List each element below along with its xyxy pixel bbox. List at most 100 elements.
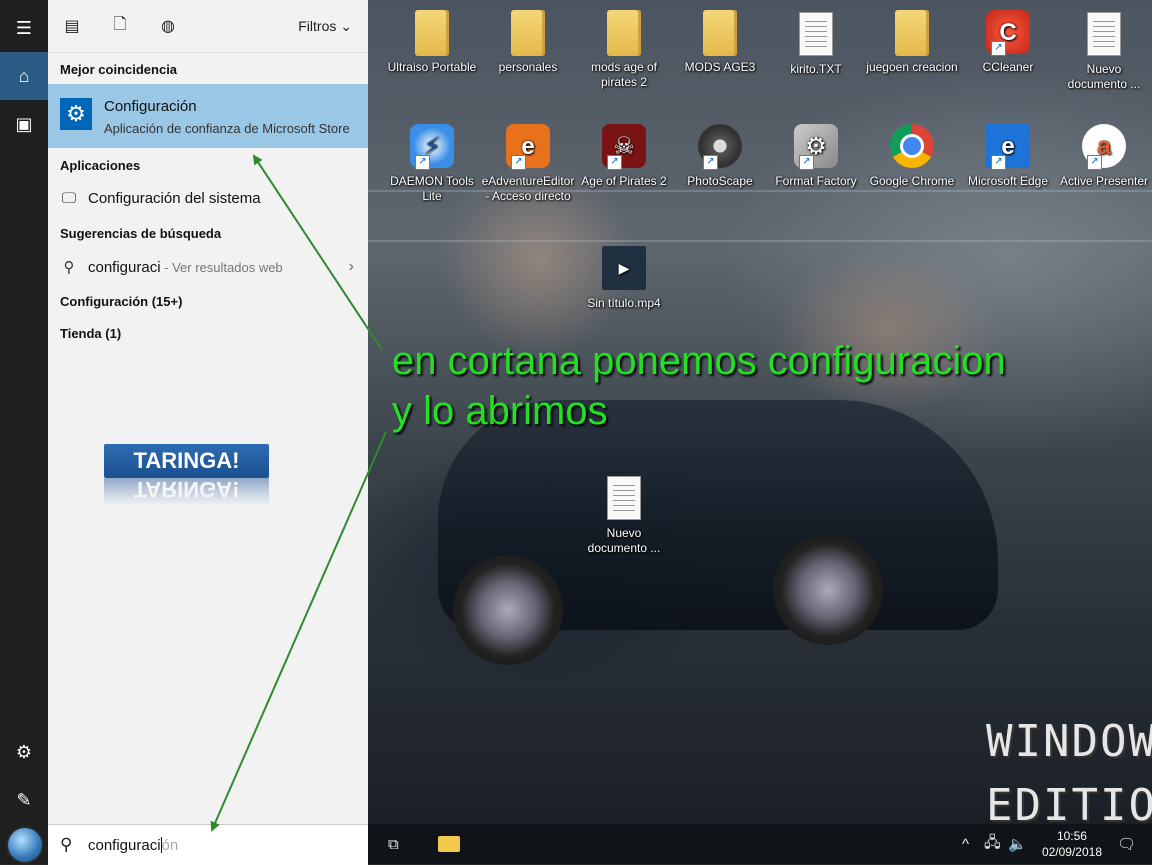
- taringa-logo-text: TARINGA!: [104, 444, 269, 478]
- filter-bar: ▤ 🗋 ◍ Filtros ⌄: [48, 0, 368, 53]
- shortcut-arrow-icon: ↗: [703, 155, 718, 170]
- desktop-icon-label: Ultraiso Portable: [387, 60, 477, 74]
- desktop-icon-age-of-pirates[interactable]: ☠ ↗ Age of Pirates 2: [576, 124, 672, 189]
- desktop-icon-label: Nuevo documento ...: [587, 526, 661, 555]
- video-file-icon: ▶: [602, 246, 646, 290]
- network-icon[interactable]: 🖧: [984, 832, 1001, 856]
- folder-icon: [511, 10, 545, 56]
- annotation-line-1: en cortana ponemos configuracion: [392, 339, 1006, 383]
- desktop-icon-label: Age of Pirates 2: [581, 174, 667, 188]
- desktop-icon-juegoen-creacion[interactable]: juegoen creacion: [864, 10, 960, 75]
- desktop-icon-label: Format Factory: [775, 174, 857, 188]
- taringa-logo: TARINGA! TARINGA!: [104, 444, 269, 506]
- search-typed-text: configuraci: [88, 837, 161, 854]
- volume-icon[interactable]: 🔈: [1008, 832, 1027, 856]
- suggestions-header: Sugerencias de búsqueda: [60, 226, 222, 241]
- settings-gear-icon[interactable]: ⚙: [0, 728, 48, 776]
- desktop-icon-label: Nuevo documento ...: [1067, 62, 1141, 91]
- shortcut-arrow-icon: ↗: [415, 155, 430, 170]
- folder-icon: [703, 10, 737, 56]
- folder-icon: [415, 10, 449, 56]
- tutorial-annotation: en cortana ponemos configuracion y lo ab…: [392, 336, 1006, 436]
- wallpaper-line: [368, 240, 1152, 242]
- document-icon: [799, 12, 833, 56]
- desktop-icon-daemon-tools[interactable]: ⚡ ↗ DAEMON Tools Lite: [384, 124, 480, 204]
- gear-icon: ⚙: [60, 98, 92, 130]
- web-filter-icon[interactable]: ◍: [156, 14, 180, 38]
- wallpaper-text: EDITION LI: [986, 780, 1152, 824]
- best-match-result[interactable]: ⚙ Configuración Aplicación de confianza …: [48, 84, 368, 148]
- best-match-subtitle: Aplicación de confianza de Microsoft Sto…: [104, 121, 350, 136]
- clock-date: 02/09/2018: [1041, 845, 1102, 859]
- clock[interactable]: 10:56 02/09/2018: [1042, 828, 1102, 860]
- task-view-icon[interactable]: ⧉: [388, 832, 399, 856]
- filters-dropdown[interactable]: Filtros ⌄: [298, 18, 352, 35]
- home-icon[interactable]: ⌂: [0, 52, 48, 100]
- desktop-icon-label: eAdventureEditor - Acceso directo: [481, 174, 575, 203]
- notebook-icon[interactable]: ▣: [0, 100, 48, 148]
- desktop-icon-mods-age3[interactable]: MODS AGE3: [672, 10, 768, 75]
- suggestion-query: configuraci: [88, 259, 161, 276]
- taringa-logo-reflection: TARINGA!: [104, 478, 269, 506]
- desktop-icon-eadventure[interactable]: e ↗ eAdventureEditor - Acceso directo: [480, 124, 576, 204]
- desktop-icon-label: CCleaner: [982, 60, 1034, 74]
- shortcut-arrow-icon: ↗: [991, 41, 1006, 56]
- feedback-icon[interactable]: ✎: [0, 776, 48, 824]
- desktop-icon-label: personales: [498, 60, 558, 74]
- desktop-icon-photoscape[interactable]: ↗ PhotoScape: [672, 124, 768, 189]
- settings-category[interactable]: Configuración (15+): [60, 294, 182, 309]
- search-icon: ⚲: [63, 259, 75, 276]
- desktop-icon-mods-age-of-pirates[interactable]: mods age of pirates 2: [576, 10, 672, 90]
- filters-label: Filtros: [298, 18, 337, 34]
- desktop-icon-label: Microsoft Edge: [967, 174, 1049, 188]
- desktop-icon-label: MODS AGE3: [684, 60, 756, 74]
- desktop-icon-google-chrome[interactable]: Google Chrome: [864, 124, 960, 189]
- desktop-icon-format-factory[interactable]: ⚙ ↗ Format Factory: [768, 124, 864, 189]
- apps-header: Aplicaciones: [60, 158, 141, 173]
- search-box[interactable]: ⚲ configuración: [48, 824, 368, 865]
- file-explorer-icon[interactable]: [436, 832, 462, 856]
- desktop-icon-nuevo-documento-2[interactable]: Nuevo documento ...: [576, 474, 672, 556]
- search-icon: ⚲: [60, 835, 73, 854]
- monitor-icon: 🖵: [61, 189, 77, 207]
- shortcut-arrow-icon: ↗: [607, 155, 622, 170]
- documents-filter-icon[interactable]: 🗋: [108, 14, 132, 38]
- hamburger-menu-icon[interactable]: ☰: [0, 4, 48, 52]
- web-suggestion[interactable]: ⚲ configuraci - Ver resultados web ›: [48, 250, 368, 284]
- desktop-icon-active-presenter[interactable]: a ↗ Active Presenter: [1056, 124, 1152, 189]
- start-button[interactable]: [8, 828, 42, 862]
- shortcut-arrow-icon: ↗: [991, 155, 1006, 170]
- wallpaper-wheel: [773, 535, 883, 645]
- apps-filter-icon[interactable]: ▤: [60, 14, 84, 38]
- search-autocomplete: ón: [161, 837, 179, 854]
- desktop-icon-ccleaner[interactable]: C ↗ CCleaner: [960, 10, 1056, 75]
- desktop-icon-label: juegoen creacion: [866, 60, 958, 74]
- annotation-line-2: y lo abrimos: [392, 389, 608, 433]
- store-category[interactable]: Tienda (1): [60, 326, 121, 341]
- desktop-icon-label: Sin título.mp4: [587, 296, 661, 310]
- chrome-icon: [890, 124, 934, 168]
- folder-icon: [607, 10, 641, 56]
- desktop-icon-kirito-txt[interactable]: kirito.TXT: [768, 10, 864, 77]
- desktop-icon-sin-titulo-mp4[interactable]: ▶ Sin título.mp4: [576, 246, 672, 311]
- desktop-icon-personales[interactable]: personales: [480, 10, 576, 75]
- folder-icon: [895, 10, 929, 56]
- action-center-icon[interactable]: 🗨: [1117, 832, 1136, 856]
- wallpaper-text: WINDOWS: [986, 716, 1152, 767]
- app-result-label: Configuración del sistema: [88, 190, 261, 207]
- wallpaper-wheel: [453, 555, 563, 665]
- chevron-right-icon[interactable]: ›: [349, 258, 354, 276]
- taskbar: ⧉ ^ 🖧 🔈 10:56 02/09/2018 🗨: [368, 824, 1152, 864]
- chevron-up-icon[interactable]: ^: [962, 832, 969, 856]
- document-icon: [1087, 12, 1121, 56]
- desktop-icon-nuevo-documento[interactable]: Nuevo documento ...: [1056, 10, 1152, 92]
- desktop-icon-ultraiso[interactable]: Ultraiso Portable: [384, 10, 480, 75]
- document-icon: [607, 476, 641, 520]
- app-result-system-settings[interactable]: 🖵 Configuración del sistema: [48, 181, 368, 215]
- search-input[interactable]: configuración: [88, 837, 178, 854]
- best-match-header: Mejor coincidencia: [60, 62, 178, 77]
- start-rail: ☰ ⌂ ▣ ⚙ ✎: [0, 0, 48, 864]
- desktop-icon-microsoft-edge[interactable]: e ↗ Microsoft Edge: [960, 124, 1056, 189]
- desktop-icon-label: mods age of pirates 2: [590, 60, 658, 89]
- desktop-icon-label: DAEMON Tools Lite: [390, 174, 474, 203]
